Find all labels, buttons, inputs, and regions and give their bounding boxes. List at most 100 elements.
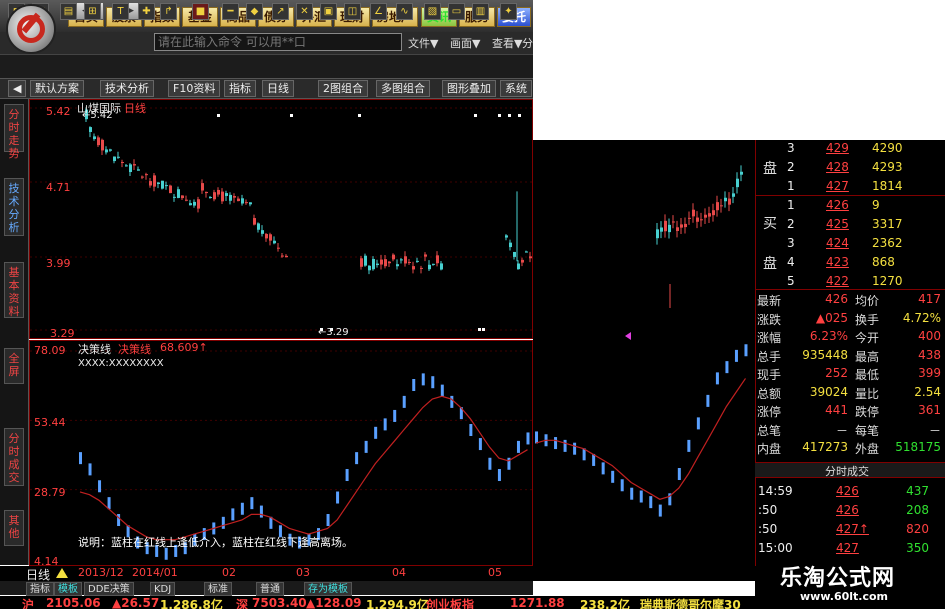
stat-label: 外盘 <box>855 442 880 456</box>
cursor-icon[interactable]: ↱ <box>160 3 177 20</box>
vtab-other[interactable]: 其他 <box>4 510 24 546</box>
record-icon[interactable]: ■ <box>192 3 209 20</box>
view-menu[interactable]: 画面▼ <box>450 35 480 51</box>
tab-f10[interactable]: F10资料 <box>168 80 221 97</box>
candle-body <box>217 189 220 195</box>
app-logo-icon[interactable] <box>6 4 56 54</box>
buy-label-2: 盘 <box>763 256 777 272</box>
crosshair-icon[interactable]: ✚ <box>138 3 155 20</box>
sell-level: 2 <box>787 160 795 174</box>
btab-indicator[interactable]: 指标 <box>26 582 54 596</box>
candle-body <box>529 256 532 259</box>
buy-label-1: 买 <box>763 216 777 232</box>
indicator-bar <box>393 409 397 422</box>
split-icon[interactable]: ◫ <box>344 3 361 20</box>
candle-body <box>153 175 156 187</box>
vtab-technical[interactable]: 技术分析 <box>4 178 24 236</box>
candle-body <box>93 136 96 140</box>
candle-body <box>384 259 387 267</box>
tab-system[interactable]: 系统 <box>500 80 532 97</box>
tab-daily[interactable]: 日线 <box>262 80 294 97</box>
angle-icon[interactable]: ∠ <box>370 3 387 20</box>
btab-kdj[interactable]: KDJ <box>150 582 176 596</box>
buy-volume: 1270 <box>872 274 903 288</box>
sz-value: 7503.40 <box>252 596 307 609</box>
candle-body <box>125 165 128 167</box>
bar-chart-icon[interactable]: ▥ <box>472 3 489 20</box>
indicator-chart[interactable] <box>29 340 534 566</box>
candle-body <box>656 229 659 239</box>
candle-body <box>700 219 703 221</box>
command-input[interactable]: 请在此输入命令 可以用**口 <box>154 33 402 51</box>
window-icon[interactable]: ▣ <box>320 3 337 20</box>
chart-icon[interactable]: ▤ <box>60 3 77 20</box>
indicator-bar <box>715 372 719 385</box>
stat-value: 400 <box>918 329 941 343</box>
candle-body <box>505 235 508 238</box>
check-menu[interactable]: 查看▼ <box>492 35 522 51</box>
candle-body <box>121 162 124 164</box>
btab-save-template[interactable]: 存为模板 <box>304 582 352 596</box>
tab-scroll-left[interactable]: ◀ <box>8 80 27 97</box>
candle-body <box>117 156 120 158</box>
omx-label: 瑞典斯德哥尔摩30 <box>640 598 741 609</box>
text-icon[interactable]: T <box>112 3 129 20</box>
tool-icon-bar <box>0 54 533 78</box>
ticks-header[interactable]: 分时成交 <box>825 463 869 479</box>
candle-body <box>525 251 528 253</box>
vtab-intraday[interactable]: 分时走势 <box>4 104 24 160</box>
tab-technical-analysis[interactable]: 技术分析 <box>100 80 154 97</box>
tab-2-chart[interactable]: 2图组合 <box>318 80 368 97</box>
tab-multi-chart[interactable]: 多图组合 <box>376 80 430 97</box>
stat-value: － <box>835 423 848 438</box>
period-up-icon[interactable] <box>56 568 68 578</box>
candle-body <box>664 220 667 232</box>
candle-body <box>513 251 516 257</box>
line-tool-icon[interactable]: ━ <box>222 3 239 20</box>
indicator-bar <box>696 417 700 430</box>
tab-indicators[interactable]: 指标 <box>224 80 256 97</box>
stat-label: 换手 <box>855 312 880 327</box>
tick-volume: 208 <box>906 503 929 517</box>
stat-value: 252 <box>825 366 848 380</box>
tab-default-scheme[interactable]: 默认方案 <box>30 80 84 97</box>
indicator-sublabel: XXXX:XXXXXXXX <box>78 358 164 369</box>
diamond-icon[interactable]: ◆ <box>246 3 263 20</box>
candlestick-chart[interactable] <box>29 99 536 339</box>
btab-normal[interactable]: 普通 <box>256 582 284 596</box>
candle-body <box>400 259 403 261</box>
sell-level: 1 <box>787 179 795 193</box>
stat-label: 最低 <box>855 368 880 382</box>
settings-icon[interactable]: ✦ <box>500 3 517 20</box>
zoom-icon[interactable]: ⊞ <box>84 3 101 20</box>
btab-template[interactable]: 模板 <box>54 582 82 596</box>
image-icon[interactable]: ▧ <box>424 3 441 20</box>
wave-icon[interactable]: ∿ <box>396 3 413 20</box>
candle-body <box>201 183 204 191</box>
candle-body <box>89 127 92 132</box>
vtab-ticks[interactable]: 分时成交 <box>4 428 24 486</box>
btab-dde[interactable]: DDE决策 <box>84 582 134 596</box>
vtab-fundamentals[interactable]: 基本资料 <box>4 262 24 318</box>
candle-body <box>360 258 363 267</box>
more-menu[interactable]: 分 <box>522 35 533 51</box>
tab-overlay[interactable]: 图形叠加 <box>442 80 496 97</box>
trend-icon[interactable]: ↗ <box>272 3 289 20</box>
candle-body <box>696 217 699 222</box>
sell-level: 3 <box>787 141 795 155</box>
vtab-fullscreen[interactable]: 全屏 <box>4 348 24 384</box>
candle-body <box>245 202 248 204</box>
indicator-bar <box>259 505 263 518</box>
candle-body <box>209 197 212 199</box>
candle-body <box>261 230 264 234</box>
screen-icon[interactable]: ▭ <box>448 3 465 20</box>
cyb-value: 1271.88 <box>510 596 565 609</box>
event-marker <box>358 114 361 117</box>
candle-body <box>688 217 691 219</box>
delete-icon[interactable]: ✕ <box>296 3 313 20</box>
indicator-value-label: 决策线 <box>118 343 151 356</box>
candle-body <box>672 221 675 223</box>
btab-standard[interactable]: 标准 <box>204 582 232 596</box>
candle-body <box>269 234 272 241</box>
file-menu[interactable]: 文件▼ <box>408 35 438 51</box>
